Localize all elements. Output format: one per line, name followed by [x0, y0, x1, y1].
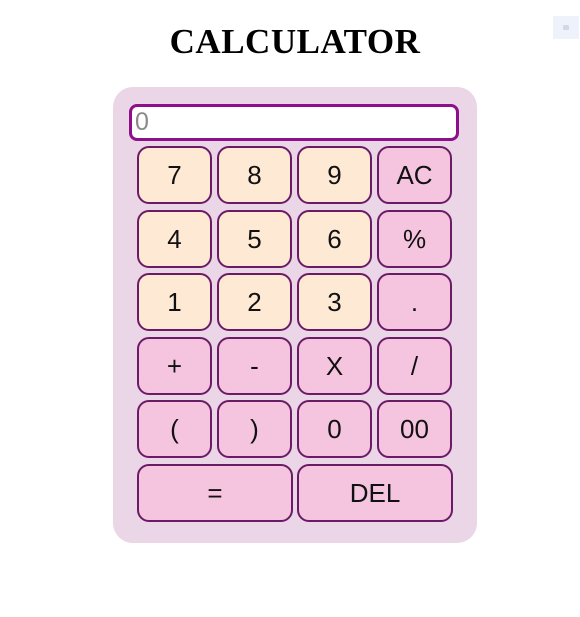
- page-title: CALCULATOR: [169, 22, 421, 61]
- open-paren-button[interactable]: (: [137, 400, 212, 458]
- percent-button[interactable]: %: [377, 210, 452, 268]
- key-8[interactable]: 8: [217, 146, 292, 204]
- key-00[interactable]: 00: [377, 400, 452, 458]
- key-4[interactable]: 4: [137, 210, 212, 268]
- equals-button[interactable]: =: [137, 464, 293, 522]
- corner-widget[interactable]: [553, 16, 579, 39]
- key-9[interactable]: 9: [297, 146, 372, 204]
- display-input[interactable]: [129, 104, 459, 141]
- key-6[interactable]: 6: [297, 210, 372, 268]
- key-2[interactable]: 2: [217, 273, 292, 331]
- decimal-button[interactable]: .: [377, 273, 452, 331]
- widget-icon: [563, 25, 569, 30]
- multiply-button[interactable]: X: [297, 337, 372, 395]
- delete-button[interactable]: DEL: [297, 464, 453, 522]
- clear-all-button[interactable]: AC: [377, 146, 452, 204]
- key-7[interactable]: 7: [137, 146, 212, 204]
- close-paren-button[interactable]: ): [217, 400, 292, 458]
- key-1[interactable]: 1: [137, 273, 212, 331]
- calculator-panel: 7 8 9 AC 4 5 6 % 1 2 3 . + - X / ( ) 0 0…: [113, 87, 477, 543]
- minus-button[interactable]: -: [217, 337, 292, 395]
- divide-button[interactable]: /: [377, 337, 452, 395]
- key-3[interactable]: 3: [297, 273, 372, 331]
- plus-button[interactable]: +: [137, 337, 212, 395]
- key-0[interactable]: 0: [297, 400, 372, 458]
- key-5[interactable]: 5: [217, 210, 292, 268]
